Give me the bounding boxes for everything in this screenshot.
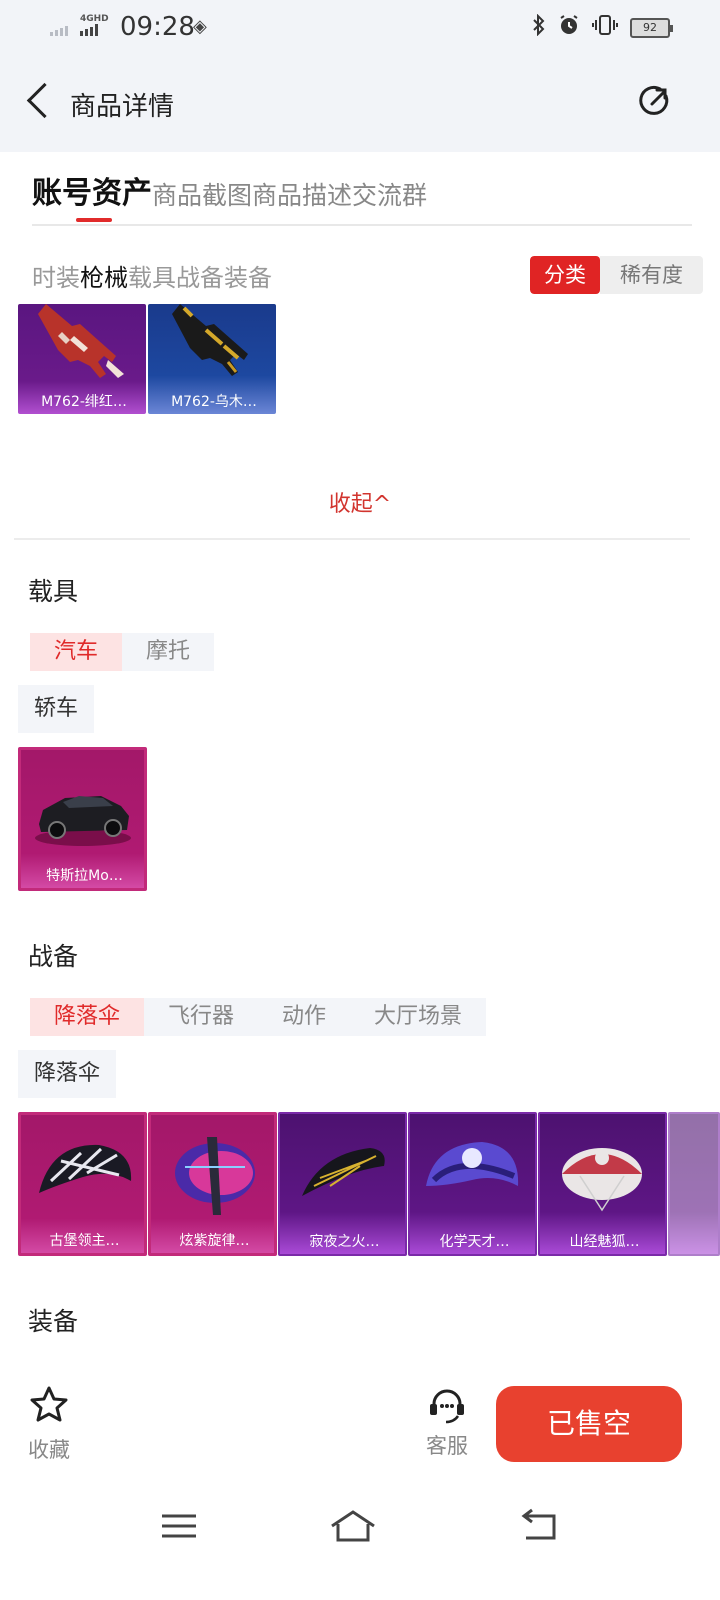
back-button[interactable] — [22, 82, 58, 122]
section-title-equipment: 装备 — [28, 1307, 79, 1336]
customer-service-label[interactable]: 客服 — [426, 1430, 468, 1460]
item-name: 特斯拉Mo… — [46, 868, 123, 884]
network-type: 4GHD — [80, 14, 109, 24]
item-card[interactable]: 特斯拉Mo… — [18, 747, 147, 891]
alarm-icon — [558, 14, 580, 41]
vehicle-type-chips: 汽车 摩托 — [30, 633, 215, 671]
system-nav-bar — [0, 1480, 720, 1600]
rifle-image — [38, 304, 124, 378]
parachute-image — [175, 1137, 255, 1215]
item-card[interactable]: 炫紫旋律… — [148, 1112, 277, 1256]
category-filter: 时装 枪械 载具 战备 装备 — [32, 258, 272, 293]
chip-car[interactable]: 汽车 — [30, 633, 123, 671]
back-nav-icon[interactable] — [518, 1506, 568, 1546]
bottom-action-bar: 收藏 客服 已售空 — [0, 1370, 720, 1480]
item-name: 山经魅狐… — [569, 1234, 640, 1250]
chip-motorcycle[interactable]: 摩托 — [122, 633, 215, 671]
signal-icon-sim2 — [80, 24, 98, 36]
sort-by-category-button[interactable]: 分类 — [530, 256, 600, 294]
signal-icon-sim1 — [50, 26, 68, 36]
car-image — [35, 796, 131, 846]
item-name: 炫紫旋律… — [179, 1233, 250, 1249]
status-bar: 4GHD 09:28 ◈ 92 — [0, 0, 720, 56]
sold-out-button[interactable]: 已售空 — [496, 1386, 682, 1462]
bluetooth-icon — [532, 13, 546, 41]
section-title-gear: 战备 — [28, 942, 79, 971]
category-vehicles[interactable]: 载具 — [128, 258, 176, 293]
category-equipment[interactable]: 装备 — [224, 258, 272, 293]
battery-icon: 92 — [630, 17, 673, 38]
section-title-vehicles: 载具 — [28, 577, 79, 606]
item-card[interactable]: 山经魅狐… — [538, 1112, 667, 1256]
vibrate-icon — [592, 14, 618, 41]
parachute-image — [426, 1142, 519, 1186]
clock: 09:28 — [120, 12, 195, 42]
subcategory-parachute[interactable]: 降落伞 — [18, 1050, 117, 1098]
item-card[interactable]: M762-乌木… — [148, 304, 276, 414]
parachute-image — [562, 1148, 642, 1212]
chip-lobby-scene[interactable]: 大厅场景 — [350, 998, 487, 1036]
home-icon[interactable] — [328, 1506, 378, 1546]
tab-chat-group[interactable]: 交流群 — [352, 176, 427, 212]
item-card[interactable]: 寂夜之火… — [278, 1112, 407, 1256]
item-name: 古堡领主… — [49, 1233, 120, 1249]
item-card[interactable]: M762-绯红… — [18, 304, 146, 414]
tabs-divider — [32, 224, 692, 226]
favorite-label[interactable]: 收藏 — [28, 1434, 70, 1464]
star-icon[interactable] — [28, 1384, 70, 1426]
parachute-image — [302, 1148, 385, 1196]
tab-description[interactable]: 商品描述 — [252, 176, 352, 212]
item-card-partial[interactable] — [668, 1112, 720, 1256]
sort-toggle: 分类 稀有度 — [530, 256, 703, 294]
category-skins[interactable]: 时装 — [32, 258, 80, 293]
section-divider — [14, 538, 690, 540]
share-icon[interactable] — [638, 84, 672, 118]
tab-screenshots[interactable]: 商品截图 — [152, 176, 252, 212]
item-name: M762-乌木… — [171, 394, 257, 410]
menu-icon[interactable] — [156, 1506, 206, 1546]
tab-account-assets[interactable]: 账号资产 — [32, 168, 152, 212]
item-name: 寂夜之火… — [309, 1234, 380, 1250]
item-name: 化学天才… — [439, 1234, 510, 1250]
rifle-image — [172, 304, 248, 376]
category-guns[interactable]: 枪械 — [80, 258, 128, 293]
page-title: 商品详情 — [70, 92, 175, 122]
app-header: 商品详情 — [0, 56, 720, 152]
sort-by-rarity-button[interactable]: 稀有度 — [600, 256, 703, 294]
chip-parachute[interactable]: 降落伞 — [30, 998, 145, 1036]
category-gear[interactable]: 战备 — [176, 258, 224, 293]
layers-icon: ◈ — [193, 16, 207, 37]
item-card[interactable]: 古堡领主… — [18, 1112, 147, 1256]
gear-type-chips: 降落伞 飞行器 动作 大厅场景 — [30, 998, 487, 1036]
detail-tabs: 账号资产 商品截图 商品描述 交流群 — [32, 168, 427, 212]
chip-aircraft[interactable]: 飞行器 — [144, 998, 259, 1036]
chip-emote[interactable]: 动作 — [258, 998, 351, 1036]
active-tab-indicator — [76, 218, 112, 222]
item-name: M762-绯红… — [41, 394, 127, 410]
customer-service-icon[interactable] — [426, 1384, 468, 1426]
parachute-image — [39, 1144, 132, 1193]
subcategory-sedan[interactable]: 轿车 — [18, 685, 95, 733]
item-card[interactable]: 化学天才… — [408, 1112, 537, 1256]
collapse-link[interactable]: 收起^ — [0, 486, 720, 518]
